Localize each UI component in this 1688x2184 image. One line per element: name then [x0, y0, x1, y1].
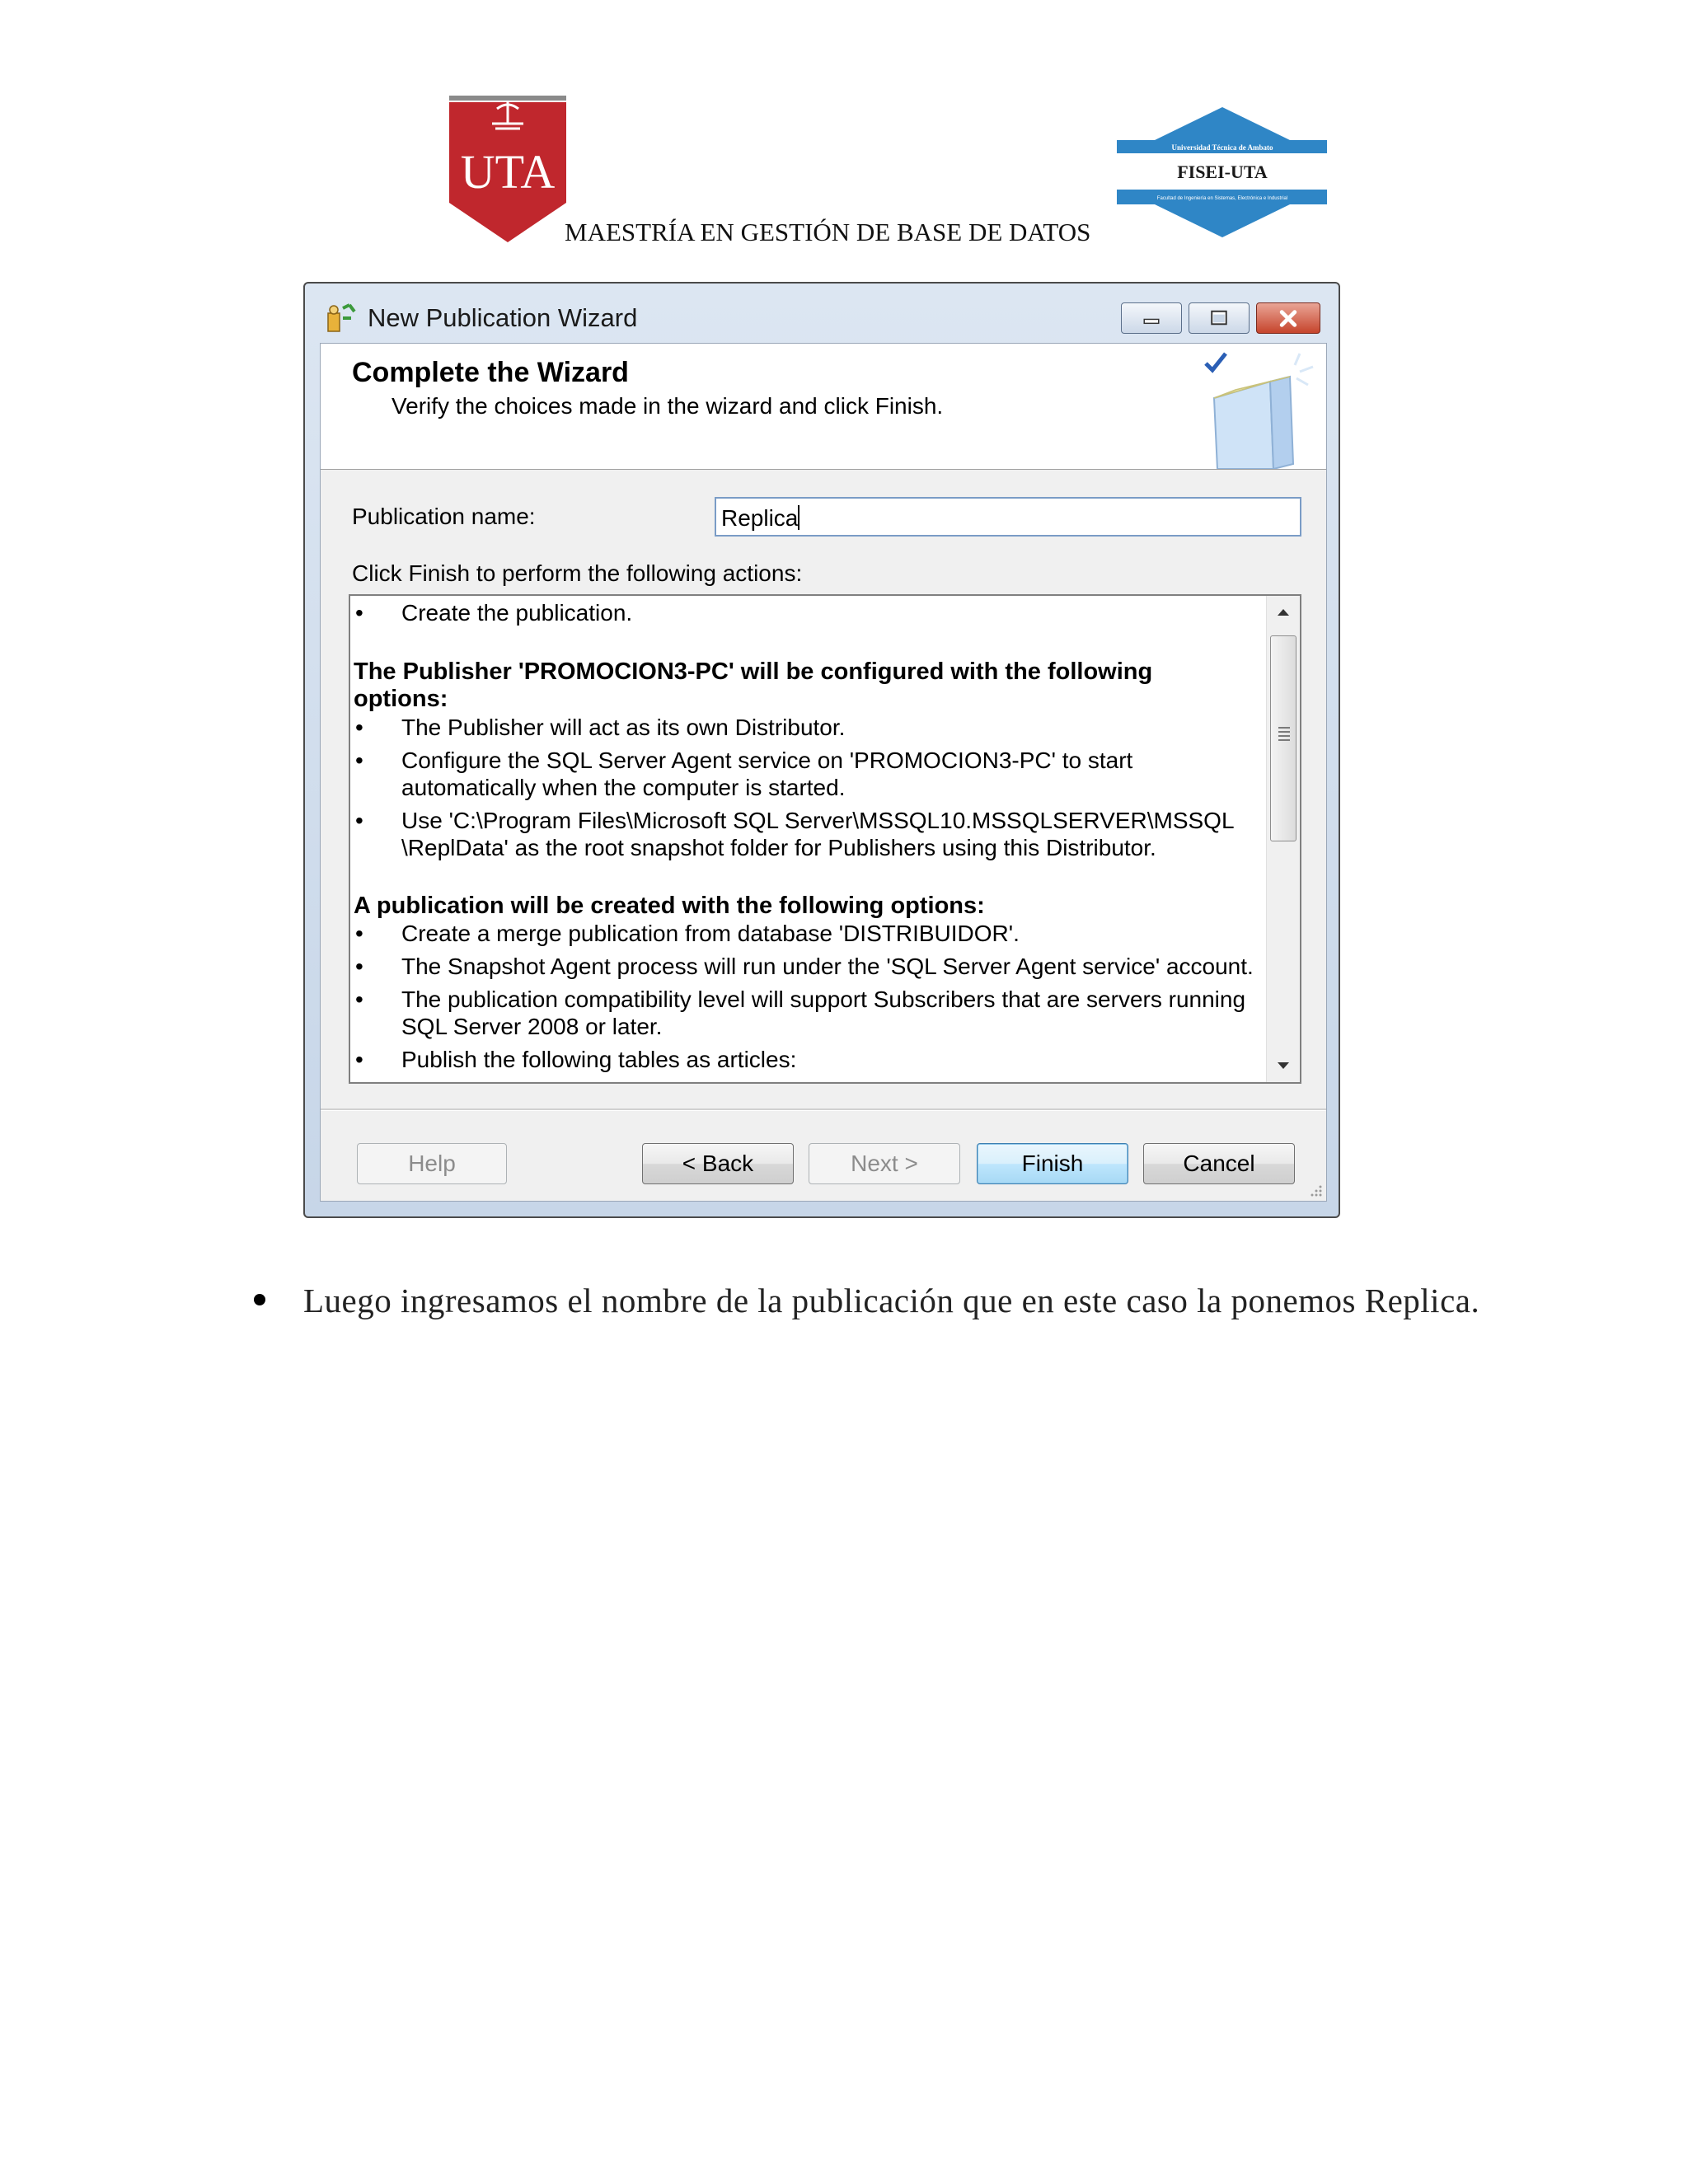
fisei-logo: Universidad Técnica de Ambato FISEI-UTA … — [1117, 107, 1327, 237]
document-title: MAESTRÍA EN GESTIÓN DE BASE DE DATOS — [565, 218, 1091, 246]
body-paragraph: Luego ingresamos el nombre de la publica… — [303, 1282, 1480, 1319]
cancel-button[interactable]: Cancel — [1143, 1143, 1295, 1184]
scroll-up-arrow-icon[interactable] — [1267, 596, 1300, 629]
list-heading: The Publisher 'PROMOCION3-PC' will be co… — [354, 658, 1153, 712]
close-button[interactable] — [1256, 302, 1320, 334]
wizard-book-icon — [1204, 352, 1314, 469]
thumb-grip-icon — [1278, 727, 1290, 743]
svg-text:UTA: UTA — [461, 145, 556, 199]
publication-name-input[interactable]: Replica — [715, 497, 1301, 537]
vertical-scrollbar[interactable] — [1266, 596, 1300, 1082]
maximize-button[interactable] — [1189, 302, 1250, 334]
publication-name-label: Publication name: — [352, 504, 536, 529]
next-button[interactable]: Next > — [809, 1143, 960, 1184]
scroll-down-arrow-icon[interactable] — [1267, 1049, 1300, 1082]
close-icon — [1279, 310, 1297, 327]
finish-button[interactable]: Finish — [977, 1143, 1128, 1184]
wizard-app-icon — [327, 303, 356, 332]
scrollbar-thumb[interactable] — [1270, 635, 1296, 841]
svg-text:FISEI-UTA: FISEI-UTA — [1177, 162, 1268, 182]
wizard-banner: Complete the Wizard Verify the choices m… — [321, 344, 1326, 470]
resize-grip-icon[interactable] — [1308, 1183, 1323, 1197]
banner-title: Complete the Wizard — [352, 357, 629, 388]
minimize-button[interactable] — [1121, 302, 1182, 334]
minimize-icon — [1143, 318, 1160, 325]
new-publication-wizard-window: New Publication Wizard Complete the Wiza… — [303, 282, 1340, 1218]
uta-logo: UTA — [449, 96, 566, 242]
title-bar[interactable]: New Publication Wizard — [305, 284, 1339, 341]
actions-label: Click Finish to perform the following ac… — [352, 560, 803, 586]
svg-text:Universidad Técnica de Ambato: Universidad Técnica de Ambato — [1171, 143, 1273, 152]
banner-subtitle: Verify the choices made in the wizard an… — [392, 393, 944, 419]
publication-name-value: Replica — [721, 505, 799, 531]
actions-list[interactable]: • Create the publication. The Publisher '… — [349, 594, 1301, 1084]
text-caret — [798, 505, 800, 530]
maximize-icon — [1211, 310, 1227, 326]
list-heading: A publication will be created with the f… — [354, 893, 985, 919]
back-button[interactable]: < Back — [642, 1143, 794, 1184]
window-title: New Publication Wizard — [368, 303, 638, 332]
help-button[interactable]: Help — [357, 1143, 507, 1184]
svg-text:Facultad de Ingeniería en Sist: Facultad de Ingeniería en Sistemas, Elec… — [1157, 196, 1287, 201]
paragraph-bullet — [254, 1294, 265, 1305]
footer-separator — [321, 1108, 1326, 1111]
dialog-client-area: Complete the Wizard Verify the choices m… — [320, 343, 1327, 1202]
